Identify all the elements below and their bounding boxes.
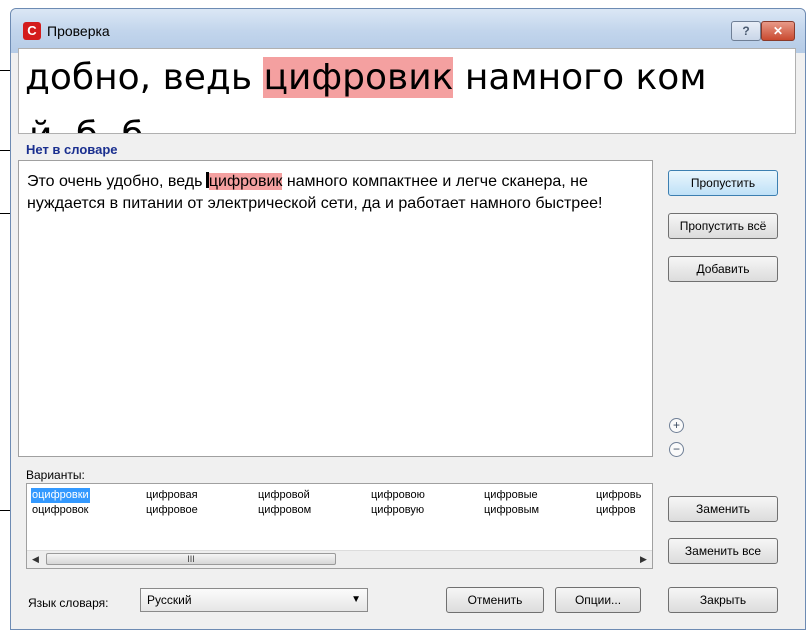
- variant-item[interactable]: цифровые: [483, 488, 540, 503]
- sentence-before: Это очень удобно, ведь: [27, 173, 207, 190]
- variant-item[interactable]: цифровым: [483, 503, 540, 518]
- preview-text-before: добно, ведь: [25, 57, 264, 98]
- preview-line: добно, ведь цифровик намного ком: [25, 57, 706, 98]
- cancel-button[interactable]: Отменить: [446, 587, 544, 613]
- variant-item[interactable]: цифровь: [595, 488, 642, 503]
- skip-all-button[interactable]: Пропустить всё: [668, 213, 778, 239]
- preview-text-after: намного ком: [453, 57, 707, 98]
- variant-item[interactable]: оцифровки: [31, 488, 90, 503]
- variants-label: Варианты:: [26, 468, 85, 482]
- variants-column-1: оцифровки оцифровок: [31, 488, 90, 518]
- dictionary-language-select[interactable]: Русский ▼: [140, 588, 368, 612]
- dictionary-language-value: Русский: [147, 593, 192, 607]
- window-title: Проверка: [47, 23, 110, 39]
- variant-item[interactable]: цифровою: [370, 488, 426, 503]
- variants-column-2: цифровая цифровое: [145, 488, 199, 518]
- scroll-thumb[interactable]: III: [46, 553, 336, 565]
- scroll-left-icon[interactable]: ◀: [27, 551, 44, 568]
- zoom-in-icon[interactable]: +: [669, 418, 684, 433]
- help-button[interactable]: ?: [731, 21, 761, 41]
- replace-all-button[interactable]: Заменить все: [668, 538, 778, 564]
- variants-column-5: цифровые цифровым: [483, 488, 540, 518]
- variants-column-4: цифровою цифровую: [370, 488, 426, 518]
- sentence-text[interactable]: Это очень удобно, ведь цифровик намного …: [27, 171, 642, 215]
- zoom-preview: добно, ведь цифровик намного ком й б б: [18, 48, 796, 134]
- variants-column-3: цифровой цифровом: [257, 488, 312, 518]
- variant-item[interactable]: оцифровок: [31, 503, 90, 518]
- preview-next-line-fragment: й б б: [29, 115, 150, 133]
- skip-button[interactable]: Пропустить: [668, 170, 778, 196]
- sentence-editor[interactable]: Это очень удобно, ведь цифровик намного …: [18, 160, 653, 457]
- variants-list[interactable]: оцифровки оцифровок цифровая цифровое ци…: [26, 483, 653, 569]
- app-logo-icon: C: [23, 22, 41, 40]
- close-window-button[interactable]: ✕: [761, 21, 795, 41]
- preview-misspelled-word: цифровик: [263, 57, 454, 98]
- variant-item[interactable]: цифровом: [257, 503, 312, 518]
- title-bar: C Проверка ? ✕: [11, 9, 805, 53]
- variants-column-6: цифровь цифров: [595, 488, 642, 518]
- options-button[interactable]: Опции...: [555, 587, 641, 613]
- add-button[interactable]: Добавить: [668, 256, 778, 282]
- dictionary-language-label: Язык словаря:: [28, 596, 109, 610]
- scroll-right-icon[interactable]: ▶: [635, 551, 652, 568]
- variant-item[interactable]: цифровой: [257, 488, 312, 503]
- variant-item[interactable]: цифровую: [370, 503, 426, 518]
- zoom-out-icon[interactable]: −: [669, 442, 684, 457]
- replace-button[interactable]: Заменить: [668, 496, 778, 522]
- variant-item[interactable]: цифров: [595, 503, 642, 518]
- variant-item[interactable]: цифровое: [145, 503, 199, 518]
- variant-item[interactable]: цифровая: [145, 488, 199, 503]
- misspelled-word[interactable]: цифровик: [208, 173, 283, 190]
- variants-horizontal-scrollbar[interactable]: ◀ III ▶: [27, 550, 652, 568]
- close-button[interactable]: Закрыть: [668, 587, 778, 613]
- status-not-in-dictionary: Нет в словаре: [26, 142, 118, 157]
- dropdown-arrow-icon: ▼: [351, 594, 361, 605]
